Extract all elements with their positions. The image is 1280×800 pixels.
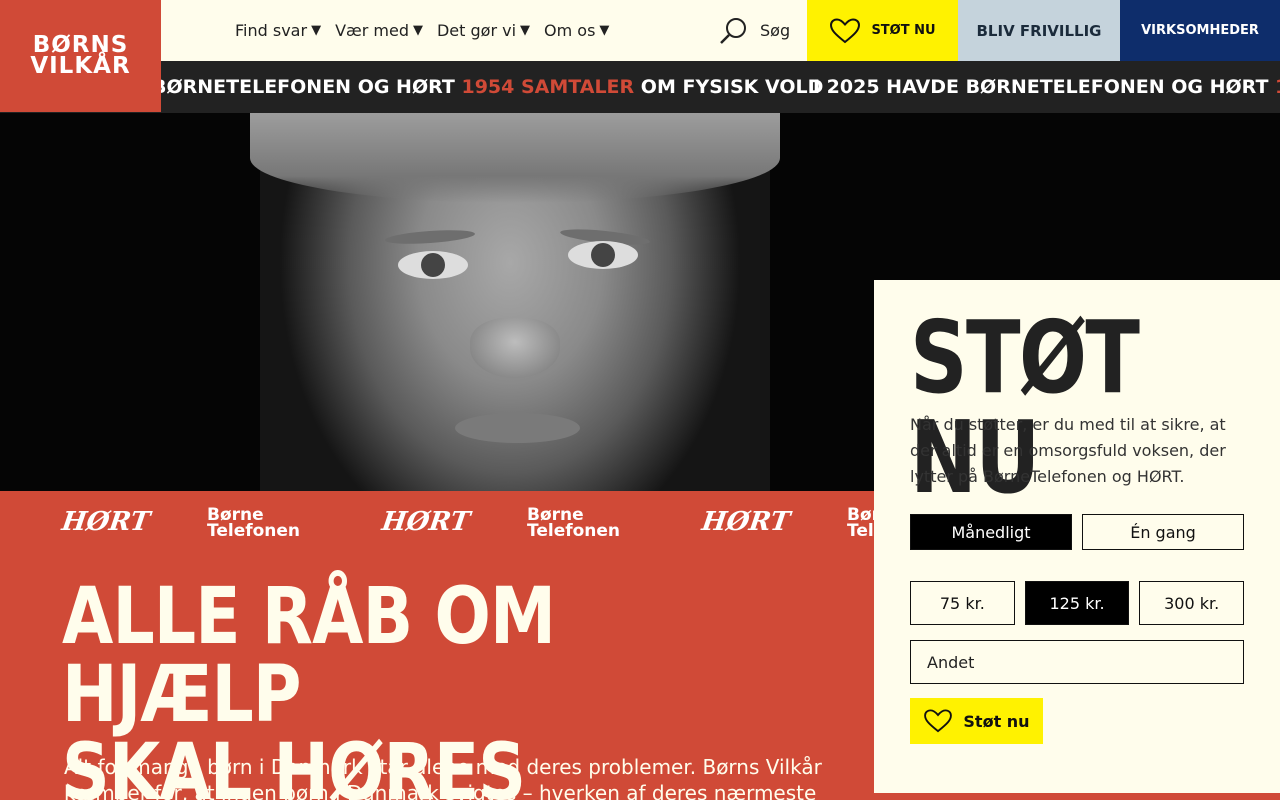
search-icon [720,17,746,44]
nav-label: Find svar [235,21,308,40]
amount-75-button[interactable]: 75 kr. [910,581,1015,625]
frequency-toggle: Månedligt Én gang [910,514,1244,550]
bt-line-2: Telefonen [847,521,874,540]
boy-mouth [455,413,580,443]
bt-line-2: Telefonen [527,521,621,541]
site-header: Find svar ▼ Vær med ▼ Det gør vi ▼ Om os… [0,0,1280,61]
boy-hair [250,113,780,203]
nav-find-svar[interactable]: Find svar ▼ [235,21,321,40]
volunteer-button[interactable]: BLIV FRIVILLIG [958,0,1120,61]
nav-vaer-med[interactable]: Vær med ▼ [335,21,423,40]
caret-down-icon: ▼ [520,23,531,38]
companies-button[interactable]: VIRKSOMHEDER [1120,0,1280,61]
nav-label: Det gør vi [436,21,517,40]
amount-300-button[interactable]: 300 kr. [1139,581,1245,625]
donate-submit-button[interactable]: Støt nu [910,698,1043,744]
nav-label: Om os [544,21,596,40]
donation-text: Når du støtter, er du med til at sikre, … [910,415,1226,486]
site-logo[interactable]: BØRNS VILKÅR [0,0,161,112]
bornetelefonen-logo: BørneTelefonen [527,507,621,541]
hort-text: HØRT [379,507,472,537]
headline-line-1: ALLE RÅB OM HJÆLP [62,572,556,740]
donate-submit-label: Støt nu [963,711,1030,731]
heart-icon [830,17,861,43]
hort-logo: HØRT [60,507,152,537]
brand-strip: HØRT Børne Telefonen HØRT Børne Telefonen … [0,491,874,561]
frequency-once-button[interactable]: Én gang [1082,514,1244,550]
nav-om-os[interactable]: Om os ▼ [544,21,609,40]
header-donate-button[interactable]: STØT NU [807,0,958,61]
companies-label: VIRKSOMHEDER [1141,23,1259,38]
search-button[interactable]: Søg [718,0,790,61]
heart-icon [924,709,953,733]
caret-down-icon: ▼ [311,23,322,38]
boy-eye [398,251,468,279]
other-amount-input[interactable]: Andet [910,640,1244,684]
boy-nose [470,318,560,378]
nav-det-gor-vi[interactable]: Det gør vi ▼ [437,21,530,40]
nav-label: Vær med [335,21,409,40]
logo-line-2: VILKÅR [30,53,131,79]
amount-125-button[interactable]: 125 kr. [1024,581,1130,625]
main-nav: Find svar ▼ Vær med ▼ Det gør vi ▼ Om os… [235,0,609,61]
hort-logo: HØRT [380,507,472,537]
caret-down-icon: ▼ [599,23,610,38]
hero-intro: Alt for mange børn i Danmark står alene … [64,755,822,800]
news-ticker: BØRNETELEFONEN OG HØRT 1954 SAMTALER OM … [0,61,1280,113]
ticker-item: I 2025 HAVDE BØRNETELEFONEN OG HØRT 1954 [813,61,1280,113]
amount-options: 75 kr. 125 kr. 300 kr. [910,581,1245,625]
hort-text: HØRT [699,507,792,537]
hort-logo: HØRT [700,507,792,537]
hort-text: HØRT [59,507,152,537]
bornetelefonen-logo: BørneTelefonen [207,507,301,541]
bt-line-2: Telefonen [207,521,301,541]
ticker-text: BØRNETELEFONEN OG HØRT [152,76,462,98]
ticker-highlight: 1954 SAMTALER [461,76,635,98]
frequency-monthly-button[interactable]: Månedligt [910,514,1072,550]
search-label: Søg [760,21,791,40]
bornetelefonen-logo: BørneTelefonen [847,507,874,539]
donation-panel: STØT NU Når du støtter, er du med til at… [874,280,1280,793]
volunteer-label: BLIV FRIVILLIG [976,21,1102,40]
ticker-text: I 2025 HAVDE BØRNETELEFONEN OG HØRT [813,76,1276,98]
ticker-highlight: 1954 [1275,76,1280,98]
ticker-item: BØRNETELEFONEN OG HØRT 1954 SAMTALER OM … [152,61,823,113]
donate-label: STØT NU [871,23,936,38]
boy-eye [568,241,638,269]
ticker-text: OM FYSISK VOLD [634,76,824,98]
caret-down-icon: ▼ [412,23,423,38]
